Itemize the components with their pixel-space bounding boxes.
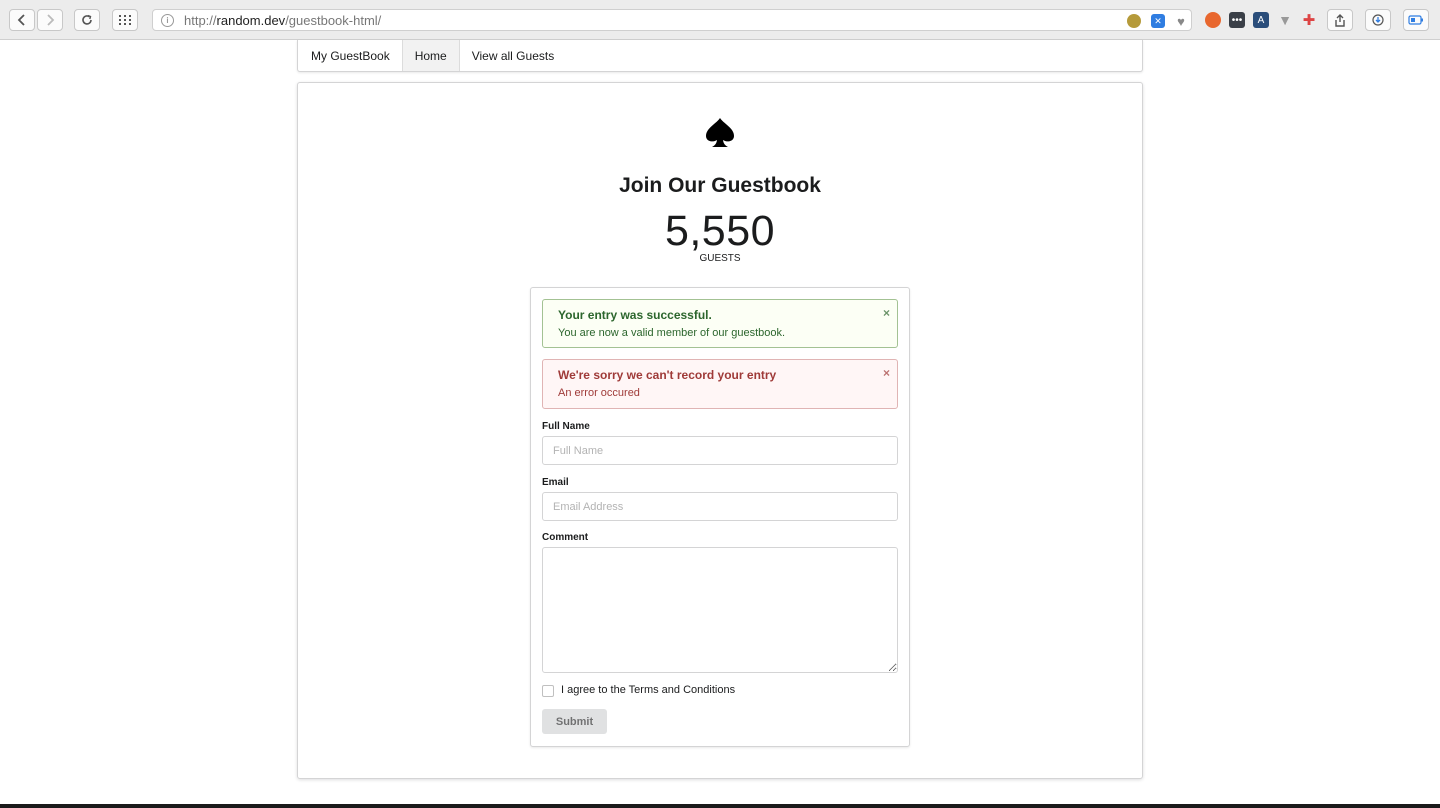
full-name-label: Full Name bbox=[542, 421, 590, 432]
back-button[interactable] bbox=[9, 9, 35, 31]
reload-button[interactable] bbox=[74, 9, 100, 31]
address-bar[interactable]: i http://random.dev/guestbook-html/ ✕ ♥ bbox=[152, 9, 1192, 31]
success-message-header: Your entry was successful. bbox=[558, 308, 712, 322]
close-icon[interactable]: × bbox=[883, 366, 890, 380]
terms-label[interactable]: I agree to the Terms and Conditions bbox=[561, 684, 735, 696]
share-icon bbox=[1335, 13, 1345, 27]
battery-icon bbox=[1408, 15, 1423, 25]
page-title: Join Our Guestbook bbox=[619, 174, 821, 197]
top-menu: My GuestBook Home View all Guests bbox=[297, 40, 1143, 72]
error-message-body: An error occured bbox=[558, 387, 640, 399]
forward-button[interactable] bbox=[37, 9, 63, 31]
url-host: random.dev bbox=[216, 12, 286, 28]
success-message: Your entry was successful. You are now a… bbox=[542, 299, 898, 348]
url-path: /guestbook-html/ bbox=[285, 12, 382, 28]
downloads-button[interactable] bbox=[1365, 9, 1391, 31]
menu-item-home[interactable]: Home bbox=[402, 40, 460, 71]
spade-icon bbox=[706, 118, 734, 147]
window-bottom-edge bbox=[0, 804, 1440, 808]
share-button[interactable] bbox=[1327, 9, 1353, 31]
full-name-input[interactable] bbox=[542, 436, 898, 465]
menu-item-view-all-guests[interactable]: View all Guests bbox=[460, 40, 566, 71]
comment-label: Comment bbox=[542, 532, 589, 543]
browser-toolbar: i http://random.dev/guestbook-html/ ✕ ♥ … bbox=[0, 0, 1440, 40]
extension-battery-button[interactable] bbox=[1403, 9, 1429, 31]
email-label: Email bbox=[542, 477, 569, 488]
extension-1password-icon[interactable] bbox=[1127, 14, 1141, 28]
guest-count: 5,550 bbox=[664, 207, 776, 255]
extension-v-icon[interactable]: ▼ bbox=[1277, 12, 1293, 28]
extension-dots-icon[interactable]: ••• bbox=[1229, 12, 1245, 28]
grid-icon bbox=[119, 15, 131, 25]
site-info-icon[interactable]: i bbox=[161, 13, 174, 27]
email-input[interactable] bbox=[542, 492, 898, 521]
error-message-header: We're sorry we can't record your entry bbox=[558, 368, 777, 382]
extension-shield-icon[interactable]: ✕ bbox=[1151, 14, 1165, 28]
submit-button[interactable]: Submit bbox=[542, 709, 607, 734]
chevron-left-icon bbox=[17, 14, 25, 26]
download-icon bbox=[1372, 14, 1384, 26]
heart-icon[interactable]: ♥ bbox=[1174, 14, 1188, 29]
success-message-body: You are now a valid member of our guestb… bbox=[558, 327, 786, 339]
url-prefix: http:// bbox=[184, 12, 217, 28]
terms-checkbox[interactable] bbox=[542, 685, 554, 697]
reload-icon bbox=[82, 14, 92, 25]
close-icon[interactable]: × bbox=[883, 306, 890, 320]
grid-button[interactable] bbox=[112, 9, 138, 31]
extension-cross-icon[interactable]: ✚ bbox=[1301, 12, 1317, 29]
menu-brand[interactable]: My GuestBook bbox=[298, 40, 403, 71]
extension-a-icon[interactable]: A bbox=[1253, 12, 1269, 28]
comment-textarea[interactable] bbox=[542, 547, 898, 673]
chevron-right-icon bbox=[47, 14, 55, 26]
guest-count-label: GUESTS bbox=[699, 253, 741, 264]
error-message: We're sorry we can't record your entry A… bbox=[542, 359, 898, 409]
extension-orange-icon[interactable] bbox=[1205, 12, 1221, 28]
